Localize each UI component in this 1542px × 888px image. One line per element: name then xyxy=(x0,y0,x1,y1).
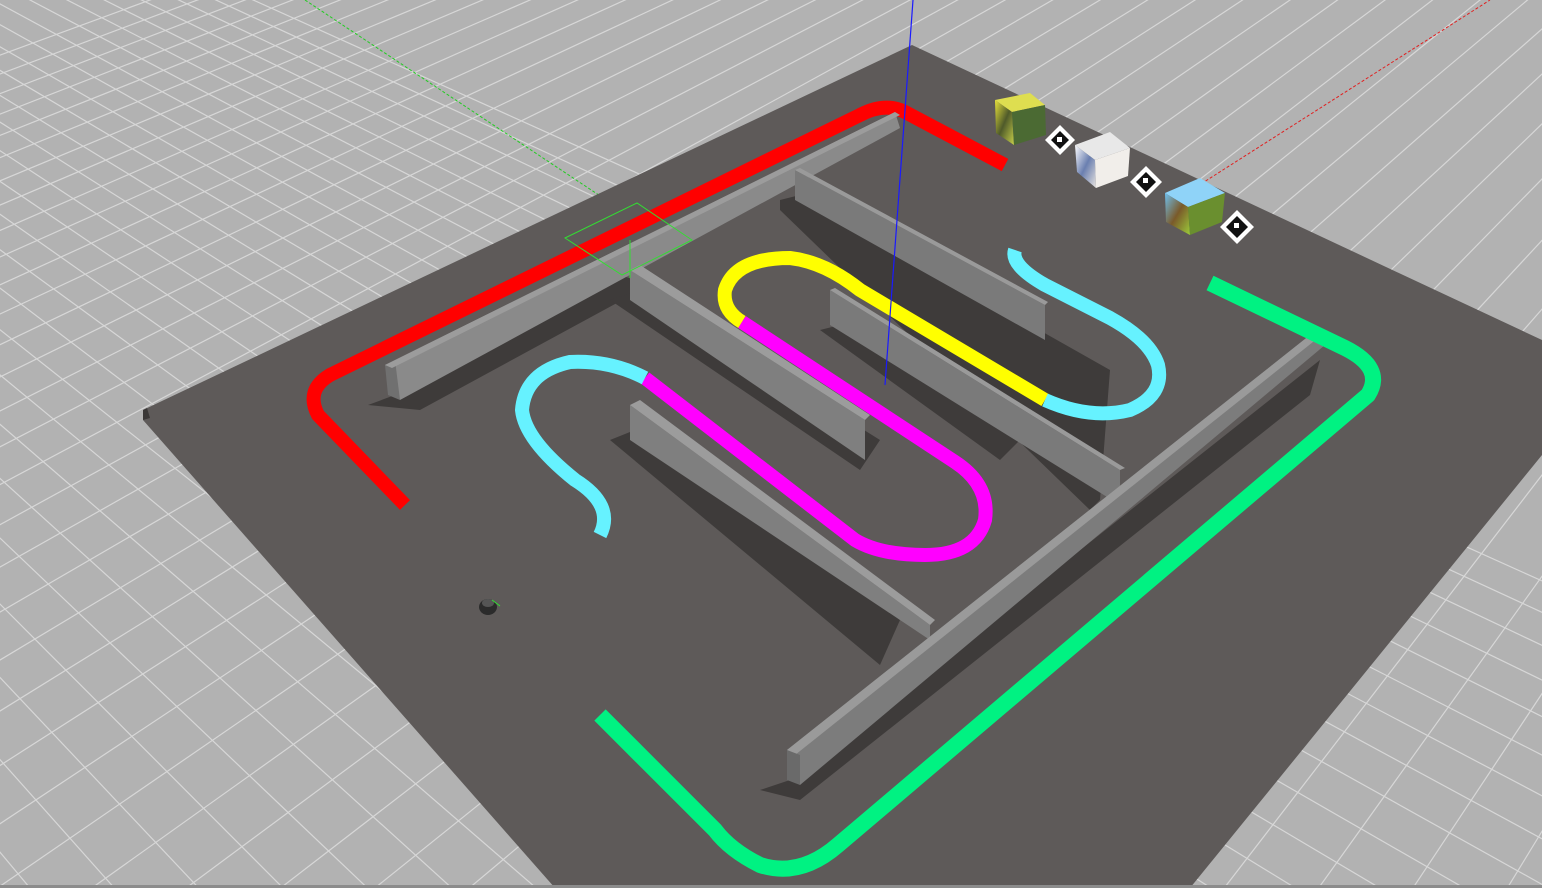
image-cube-1[interactable] xyxy=(995,93,1046,145)
gazebo-3d-viewport[interactable] xyxy=(0,0,1542,888)
scene-canvas[interactable] xyxy=(0,0,1542,888)
